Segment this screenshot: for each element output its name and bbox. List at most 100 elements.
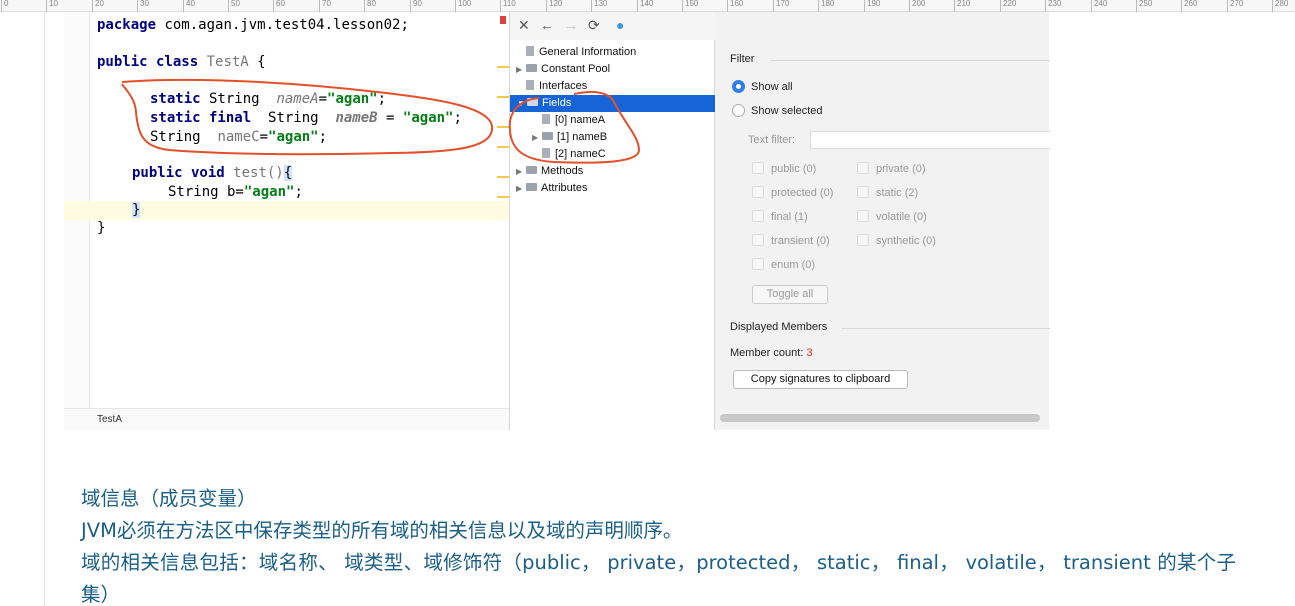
tree-item-field-nameb[interactable]: ▶ [1] nameB (532, 129, 607, 146)
tree-item-methods[interactable]: ▶ Methods (516, 163, 583, 180)
protected-checkbox[interactable] (752, 186, 764, 198)
ruler-tick: 80 (364, 0, 376, 12)
ruler-tick-label: 0 (4, 0, 9, 8)
protected-checkbox-label[interactable]: protected (0) (771, 187, 833, 199)
static-checkbox-label[interactable]: static (2) (876, 187, 918, 199)
code-line-class-close: } (97, 219, 105, 238)
expand-arrow-icon[interactable]: ▶ (516, 61, 526, 78)
synthetic-checkbox[interactable] (857, 234, 869, 246)
ruler-tick-label: 90 (413, 0, 422, 8)
ruler-tick: 200 (909, 0, 925, 12)
keyword: class (147, 54, 199, 70)
tree-item-general-information[interactable]: General Information (516, 44, 636, 61)
file-icon (526, 46, 534, 56)
collapse-arrow-icon[interactable]: ▼ (517, 95, 527, 112)
member-count: Member count: 3 (730, 347, 813, 359)
divider (841, 328, 1050, 329)
enum-checkbox[interactable] (752, 258, 764, 270)
forward-arrow-icon[interactable]: → (564, 17, 578, 33)
tree-item-fields[interactable]: ▼ Fields (510, 95, 715, 112)
ruler-tick-label: 170 (776, 0, 790, 8)
private-checkbox-label[interactable]: private (0) (876, 163, 926, 175)
static-checkbox[interactable] (857, 186, 869, 198)
class-structure-tree[interactable]: General Information ▶ Constant Pool Inter… (510, 40, 715, 430)
final-checkbox-label[interactable]: final (1) (771, 211, 808, 223)
private-checkbox[interactable] (857, 162, 869, 174)
expand-arrow-icon[interactable]: ▶ (516, 180, 526, 197)
package-name: com.agan.jvm.test04.lesson02; (156, 17, 409, 33)
warning-stripe-marker[interactable] (497, 196, 509, 198)
volatile-checkbox[interactable] (857, 210, 869, 222)
ruler-tick: 40 (183, 0, 195, 12)
refresh-icon[interactable]: ⟳ (588, 17, 600, 34)
show-selected-radio[interactable] (732, 104, 745, 117)
warning-stripe-marker[interactable] (497, 176, 509, 178)
viewer-toolbar: ✕ ← → ⟳ ● (510, 12, 715, 40)
close-icon[interactable]: ✕ (518, 17, 530, 34)
ruler-tick-label: 120 (549, 0, 563, 8)
enum-checkbox-label[interactable]: enum (0) (771, 259, 815, 271)
ruler-tick: 50 (228, 0, 240, 12)
tree-item-interfaces[interactable]: Interfaces (516, 78, 587, 95)
filter-section-title: Filter (730, 53, 755, 65)
code-area[interactable]: package com.agan.jvm.test04.lesson02; pu… (64, 12, 509, 408)
warning-stripe-marker[interactable] (497, 126, 509, 128)
expand-arrow-icon[interactable]: ▶ (532, 129, 542, 146)
synthetic-checkbox-label[interactable]: synthetic (0) (876, 235, 936, 247)
ruler-tick-label: 280 (1275, 0, 1289, 8)
final-checkbox[interactable] (752, 210, 764, 222)
public-checkbox[interactable] (752, 162, 764, 174)
transient-checkbox-label[interactable]: transient (0) (771, 235, 830, 247)
notes-paragraph-1: JVM必须在方法区中保存类型的所有域的相关信息以及域的声明顺序。 (81, 519, 683, 542)
tree-item-field-namec[interactable]: [2] nameC (532, 146, 606, 163)
operator: = (259, 129, 269, 145)
warning-stripe-marker[interactable] (497, 146, 509, 148)
ruler-tick: 260 (1181, 0, 1197, 12)
folder-icon (542, 132, 553, 140)
transient-checkbox[interactable] (752, 234, 764, 246)
ruler-tick-label: 100 (458, 0, 472, 8)
ruler-tick-label: 240 (1094, 0, 1108, 8)
ruler-tick-label: 50 (231, 0, 240, 8)
tree-item-field-namea[interactable]: [0] nameA (532, 112, 605, 129)
ruler-tick: 250 (1136, 0, 1152, 12)
type-name: String (150, 129, 218, 145)
code-line-class: public class TestA { (97, 53, 266, 72)
code-editor[interactable]: package com.agan.jvm.test04.lesson02; pu… (64, 12, 509, 430)
error-stripe-marker[interactable] (500, 16, 506, 24)
displayed-members-title: Displayed Members (730, 321, 828, 333)
tree-item-constant-pool[interactable]: ▶ Constant Pool (516, 61, 610, 78)
expand-arrow-icon[interactable]: ▶ (516, 163, 526, 180)
ruler-tick-label: 110 (503, 0, 516, 8)
show-selected-label[interactable]: Show selected (751, 105, 823, 117)
toggle-all-button[interactable]: Toggle all (752, 285, 828, 304)
editor-breadcrumb[interactable]: TestA (64, 408, 509, 430)
semicolon: ; (318, 129, 328, 145)
brace: } (132, 202, 141, 218)
ruler-tick: 20 (92, 0, 104, 12)
ruler-tick: 0 (1, 0, 8, 12)
copy-signatures-button[interactable]: Copy signatures to clipboard (733, 370, 908, 389)
keyword: final (200, 110, 252, 126)
globe-icon[interactable]: ● (616, 17, 624, 33)
volatile-checkbox-label[interactable]: volatile (0) (876, 211, 927, 223)
warning-stripe-marker[interactable] (497, 66, 509, 68)
text-filter-input[interactable] (810, 131, 1050, 149)
file-icon (542, 114, 550, 124)
divider (770, 60, 1050, 61)
ruler-tick-label: 270 (1230, 0, 1244, 8)
back-arrow-icon[interactable]: ← (540, 17, 554, 33)
warning-stripe-marker[interactable] (497, 96, 509, 98)
method-name: test() (224, 165, 284, 181)
show-all-label[interactable]: Show all (751, 81, 793, 93)
ruler-tick: 190 (864, 0, 880, 12)
public-checkbox-label[interactable]: public (0) (771, 163, 816, 175)
code-line-local: String b="agan"; (168, 183, 303, 202)
ruler-tick-label: 70 (322, 0, 331, 8)
bytecode-viewer: ✕ ← → ⟳ ● General Information ▶ Constant … (509, 12, 1050, 430)
ruler-tick-label: 220 (1003, 0, 1017, 8)
ruler-tick: 210 (954, 0, 970, 12)
tree-item-attributes[interactable]: ▶ Attributes (516, 180, 587, 197)
horizontal-scrollbar[interactable] (720, 414, 1040, 422)
show-all-radio[interactable] (732, 80, 745, 93)
